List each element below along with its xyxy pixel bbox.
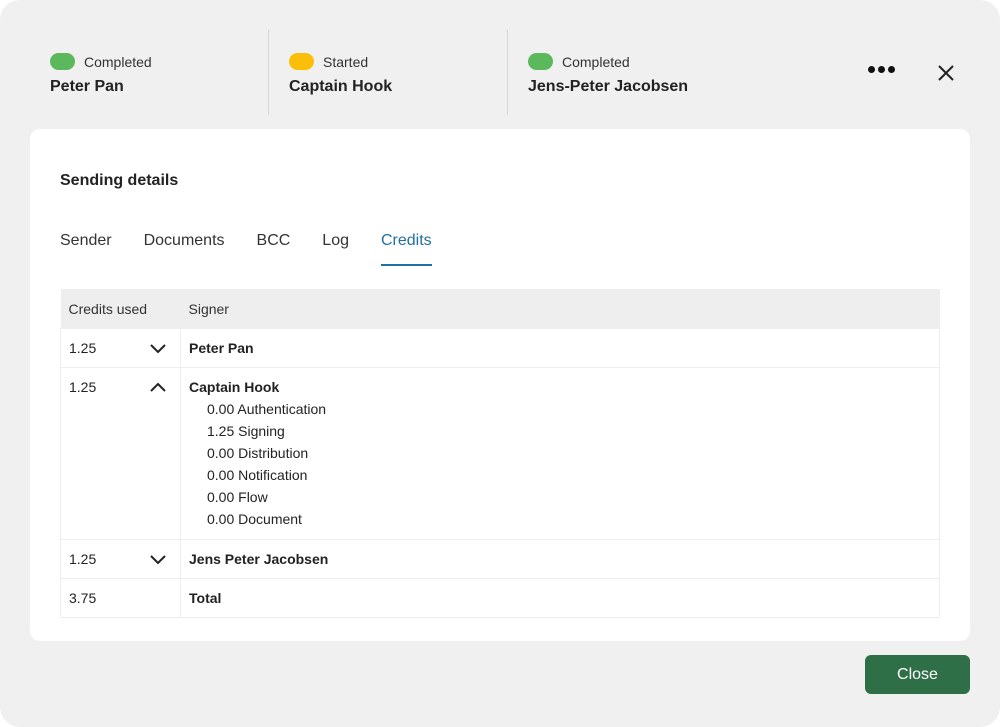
status-pill-icon — [528, 53, 553, 70]
card-title: Sending details — [60, 172, 179, 189]
table-header-row: Credits used Signer — [60, 289, 940, 329]
sending-details-card: Sending details Sender Documents BCC Log… — [30, 129, 970, 641]
breakdown-item: 0.00 Notification — [207, 467, 308, 483]
status-text: Started — [323, 53, 369, 70]
signer-cell: Peter Pan — [180, 328, 940, 368]
signer-name: Peter Pan — [50, 78, 124, 95]
credits-table: Credits used Signer 1.25 Peter Pan 1.25 — [60, 289, 940, 618]
status-badge: Completed — [50, 53, 152, 70]
status-text: Completed — [84, 53, 152, 70]
chevron-down-icon[interactable] — [150, 341, 166, 355]
tab-bcc[interactable]: BCC — [257, 232, 291, 266]
tab-documents[interactable]: Documents — [144, 232, 225, 266]
sending-details-dialog: Completed Peter Pan Started Captain Hook… — [0, 0, 1000, 727]
table-row: 1.25 Captain Hook 0.00 Authentication 1.… — [60, 367, 940, 540]
signer-name: Captain Hook — [289, 78, 393, 95]
breakdown-item: 0.00 Flow — [207, 489, 268, 505]
breakdown-item: 0.00 Document — [207, 511, 302, 527]
status-text: Completed — [562, 53, 630, 70]
chevron-down-icon[interactable] — [150, 552, 166, 566]
tab-sender[interactable]: Sender — [60, 232, 112, 266]
total-label: Total — [180, 578, 940, 618]
status-badge: Started — [289, 53, 368, 70]
total-credits: 3.75 — [60, 578, 181, 618]
breakdown-item: 0.00 Distribution — [207, 445, 309, 461]
column-header-credits: Credits used — [60, 289, 181, 329]
signer-summary[interactable]: Completed Peter Pan — [30, 30, 269, 115]
tab-credits[interactable]: Credits — [381, 232, 432, 266]
table-row: 1.25 Jens Peter Jacobsen — [60, 539, 940, 579]
column-header-signer: Signer — [180, 289, 940, 329]
tab-bar: Sender Documents BCC Log Credits — [60, 232, 464, 266]
signer-status-bar: Completed Peter Pan Started Captain Hook… — [30, 30, 747, 115]
status-pill-icon — [50, 53, 75, 70]
table-row: 1.25 Peter Pan — [60, 328, 940, 368]
credit-breakdown: 0.00 Authentication 1.25 Signing 0.00 Di… — [189, 398, 931, 539]
ellipsis-icon[interactable] — [868, 66, 895, 73]
signer-cell: Jens Peter Jacobsen — [180, 539, 940, 579]
close-icon[interactable] — [936, 63, 956, 83]
tab-log[interactable]: Log — [322, 232, 349, 266]
total-row: 3.75 Total — [60, 578, 940, 618]
breakdown-item: 1.25 Signing — [207, 423, 285, 439]
signer-name: Jens-Peter Jacobsen — [528, 78, 689, 95]
signer-cell: Captain Hook 0.00 Authentication 1.25 Si… — [180, 367, 940, 540]
signer-summary[interactable]: Started Captain Hook — [269, 30, 508, 115]
credits-value: 1.25 — [69, 379, 97, 395]
breakdown-item: 0.00 Authentication — [207, 401, 327, 417]
status-pill-icon — [289, 53, 314, 70]
close-button[interactable]: Close — [865, 655, 970, 694]
credits-value: 1.25 — [69, 551, 97, 567]
credits-value: 1.25 — [69, 340, 97, 356]
credits-cell: 1.25 — [60, 328, 181, 368]
signer-summary[interactable]: Completed Jens-Peter Jacobsen — [508, 30, 747, 115]
credits-cell: 1.25 — [60, 367, 181, 540]
chevron-up-icon[interactable] — [150, 380, 166, 394]
status-badge: Completed — [528, 53, 630, 70]
credits-cell: 1.25 — [60, 539, 181, 579]
